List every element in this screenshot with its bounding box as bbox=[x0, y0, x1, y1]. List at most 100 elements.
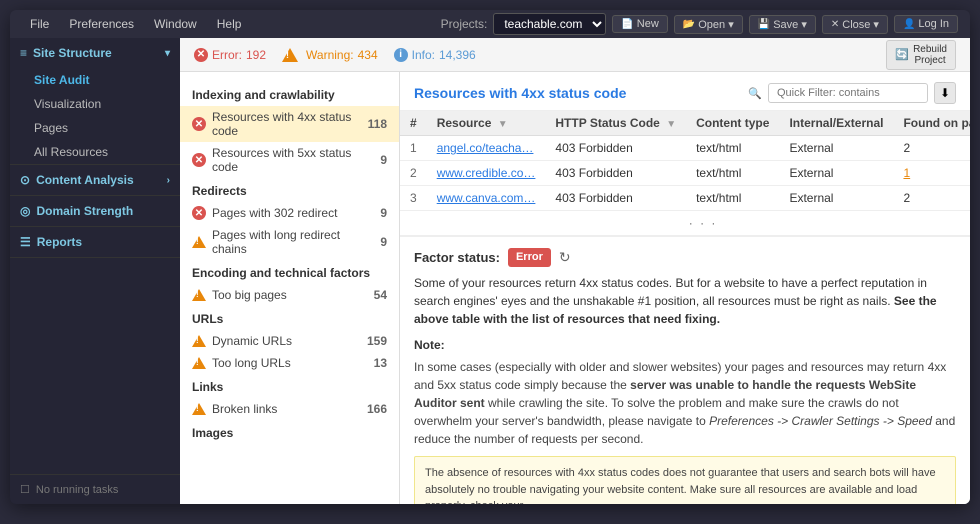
warn-icon-redirect bbox=[192, 236, 206, 248]
menu-preferences[interactable]: Preferences bbox=[61, 15, 142, 33]
main-area: ≡ Site Structure ▾ Site Audit Visualizat… bbox=[10, 38, 970, 504]
cell-resource-1[interactable]: angel.co/teaсha… bbox=[427, 136, 546, 161]
projects-label: Projects: bbox=[441, 17, 488, 31]
cell-internal-3: External bbox=[779, 186, 893, 211]
error-icon: ✕ bbox=[194, 48, 208, 62]
col-header-resource[interactable]: Resource ▼ bbox=[427, 111, 546, 136]
open-button[interactable]: 📂 Open ▾ bbox=[674, 15, 743, 34]
issue-label-broken-links: Broken links bbox=[212, 402, 277, 416]
new-button[interactable]: 📄 New bbox=[612, 15, 667, 33]
sidebar-header-domain-strength[interactable]: ◎ Domain Strength bbox=[10, 196, 180, 226]
col-header-found: Found on pages bbox=[893, 111, 970, 136]
right-panel-title: Resources with 4xx status code bbox=[414, 85, 738, 101]
issue-row-5xx[interactable]: ✕ Resources with 5xx status code 9 bbox=[180, 142, 399, 178]
factor-status-label: Factor status: bbox=[414, 248, 500, 268]
note-italic-text: Preferences -> Crawler Settings -> Speed bbox=[709, 414, 932, 428]
sidebar-header-reports[interactable]: ☰ Reports bbox=[10, 227, 180, 257]
issue-label-redirect-chains: Pages with long redirect chains bbox=[212, 228, 374, 256]
err-icon-302: ✕ bbox=[192, 206, 206, 220]
login-button[interactable]: 👤 Log In bbox=[894, 15, 958, 33]
cell-resource-2[interactable]: www.credible.co… bbox=[427, 161, 546, 186]
err-icon-4xx: ✕ bbox=[192, 117, 206, 131]
right-panel: Resources with 4xx status code 🔍 ⬇ bbox=[400, 72, 970, 504]
rebuild-button[interactable]: 🔄 Rebuild Project bbox=[886, 40, 956, 70]
filter-search-icon: 🔍 bbox=[748, 87, 762, 100]
info-label: Info: bbox=[412, 48, 435, 62]
new-icon: 📄 bbox=[621, 19, 633, 30]
section-title-encoding: Encoding and technical factors bbox=[180, 260, 399, 284]
sidebar-section-domain-strength: ◎ Domain Strength bbox=[10, 196, 180, 227]
refresh-icon[interactable]: ↻ bbox=[559, 247, 571, 268]
menu-window[interactable]: Window bbox=[146, 15, 205, 33]
save-button[interactable]: 💾 Save ▾ bbox=[749, 15, 816, 34]
filter-area: 🔍 ⬇ bbox=[748, 82, 956, 104]
cell-internal-1: External bbox=[779, 136, 893, 161]
filter-input[interactable] bbox=[768, 83, 928, 103]
cell-status-1: 403 Forbidden bbox=[545, 136, 686, 161]
issue-row-302[interactable]: ✕ Pages with 302 redirect 9 bbox=[180, 202, 399, 224]
issue-label-dynamic-urls: Dynamic URLs bbox=[212, 334, 292, 348]
cell-num-1: 1 bbox=[400, 136, 427, 161]
issue-label-4xx: Resources with 4xx status code bbox=[212, 110, 362, 138]
sidebar-header-site-structure[interactable]: ≡ Site Structure ▾ bbox=[10, 38, 180, 68]
issue-count-big-pages: 54 bbox=[374, 288, 387, 302]
right-panel-header: Resources with 4xx status code 🔍 ⬇ bbox=[400, 72, 970, 111]
sidebar-item-visualization[interactable]: Visualization bbox=[10, 92, 180, 116]
issue-count-5xx: 9 bbox=[380, 153, 387, 167]
menu-help[interactable]: Help bbox=[209, 15, 250, 33]
left-panel: Indexing and crawlability ✕ Resources wi… bbox=[180, 72, 400, 504]
issue-label-big-pages: Too big pages bbox=[212, 288, 287, 302]
table-row: 1 angel.co/teaсha… 403 Forbidden text/ht… bbox=[400, 136, 970, 161]
sort-icon-resource: ▼ bbox=[498, 119, 508, 130]
error-count: 192 bbox=[246, 48, 266, 62]
sidebar-domain-strength-label: Domain Strength bbox=[36, 204, 133, 218]
download-button[interactable]: ⬇ bbox=[934, 82, 956, 104]
sidebar-section-site-structure: ≡ Site Structure ▾ Site Audit Visualizat… bbox=[10, 38, 180, 165]
menu-file[interactable]: File bbox=[22, 15, 57, 33]
col-header-status[interactable]: HTTP Status Code ▼ bbox=[545, 111, 686, 136]
cell-content-2: text/html bbox=[686, 161, 779, 186]
sidebar-item-all-resources[interactable]: All Resources bbox=[10, 140, 180, 164]
issue-row-dynamic-urls[interactable]: Dynamic URLs 159 bbox=[180, 330, 399, 352]
login-icon: 👤 bbox=[903, 19, 915, 30]
issue-row-4xx[interactable]: ✕ Resources with 4xx status code 118 bbox=[180, 106, 399, 142]
toolbar-right: Projects: teachable.com 📄 New 📂 Open ▾ 💾… bbox=[441, 13, 958, 35]
table-row: 3 www.canva.com… 403 Forbidden text/html… bbox=[400, 186, 970, 211]
issue-row-redirect-chains[interactable]: Pages with long redirect chains 9 bbox=[180, 224, 399, 260]
section-title-images: Images bbox=[180, 420, 399, 444]
cell-content-1: text/html bbox=[686, 136, 779, 161]
error-label: Error: bbox=[212, 48, 242, 62]
rebuild-label: Rebuild Project bbox=[913, 44, 947, 66]
highlight-text: The absence of resources with 4xx status… bbox=[425, 467, 936, 504]
sidebar-header-content-analysis[interactable]: ⊙ Content Analysis › bbox=[10, 165, 180, 195]
cell-num-3: 3 bbox=[400, 186, 427, 211]
download-icon: ⬇ bbox=[940, 86, 950, 100]
col-header-num: # bbox=[400, 111, 427, 136]
reports-icon: ☰ bbox=[20, 235, 31, 249]
cell-resource-3[interactable]: www.canva.com… bbox=[427, 186, 546, 211]
issue-row-big-pages[interactable]: Too big pages 54 bbox=[180, 284, 399, 306]
close-button[interactable]: ✕ Close ▾ bbox=[822, 15, 888, 34]
sidebar-item-pages[interactable]: Pages bbox=[10, 116, 180, 140]
sidebar-section-content-analysis: ⊙ Content Analysis › bbox=[10, 165, 180, 196]
factor-main-text: Some of your resources return 4xx status… bbox=[414, 274, 956, 328]
open-icon: 📂 bbox=[683, 19, 695, 30]
issue-label-5xx: Resources with 5xx status code bbox=[212, 146, 374, 174]
highlight-box: The absence of resources with 4xx status… bbox=[414, 456, 956, 504]
sort-icon-status: ▼ bbox=[666, 119, 676, 130]
sidebar-content-analysis-label: Content Analysis bbox=[36, 173, 134, 187]
cell-num-2: 2 bbox=[400, 161, 427, 186]
issue-row-broken-links[interactable]: Broken links 166 bbox=[180, 398, 399, 420]
save-icon: 💾 bbox=[758, 19, 770, 30]
col-header-internal: Internal/External bbox=[779, 111, 893, 136]
sidebar-item-site-audit[interactable]: Site Audit bbox=[10, 68, 180, 92]
factor-header: Factor status: Error ↻ bbox=[414, 247, 956, 268]
issue-row-long-urls[interactable]: Too long URLs 13 bbox=[180, 352, 399, 374]
cell-found-2[interactable]: 1 bbox=[893, 161, 970, 186]
projects-select[interactable]: teachable.com bbox=[493, 13, 606, 35]
cell-internal-2: External bbox=[779, 161, 893, 186]
table-header-row: # Resource ▼ HTTP Status Code ▼ Content … bbox=[400, 111, 970, 136]
warn-icon-broken-links bbox=[192, 403, 206, 415]
warning-count: 434 bbox=[358, 48, 378, 62]
note-label: Note: bbox=[414, 336, 956, 354]
